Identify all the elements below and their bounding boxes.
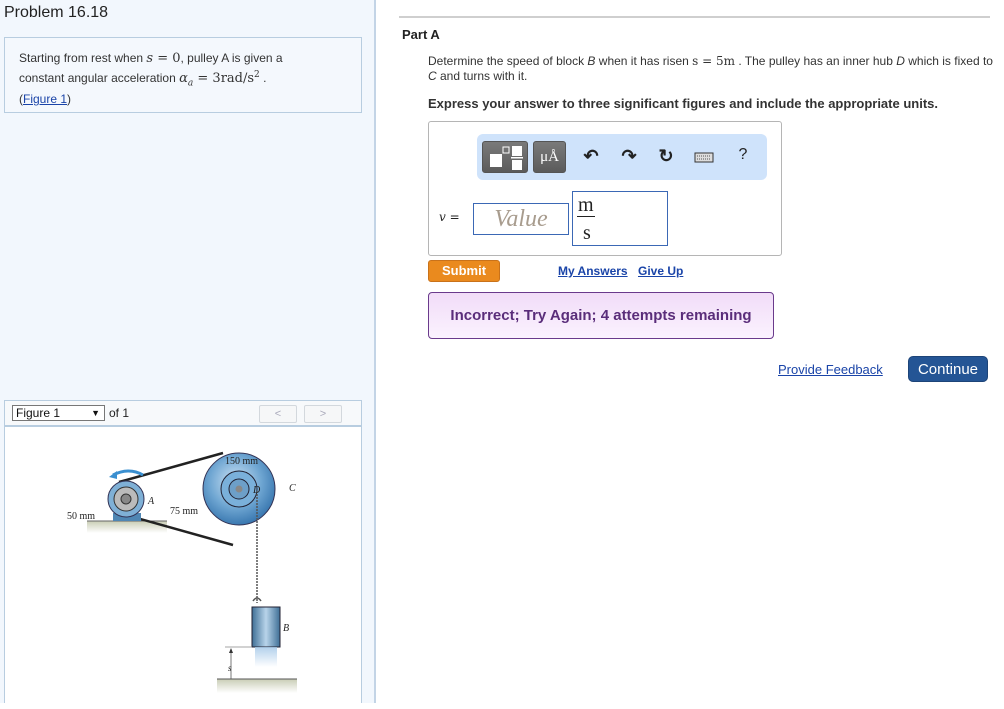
math-value: = 3rad/s xyxy=(193,71,255,86)
submit-button[interactable]: Submit xyxy=(428,260,500,282)
figure-viewer-header: Figure 1 ▼ of 1 < > xyxy=(4,400,362,426)
provide-feedback-link[interactable]: Provide Feedback xyxy=(778,362,883,377)
keyboard-icon[interactable] xyxy=(692,148,716,169)
unit-denominator: s xyxy=(583,222,591,244)
q-text: when it has risen xyxy=(595,54,693,68)
unit-numerator: m xyxy=(577,194,595,217)
label-d: D xyxy=(252,485,261,496)
statement-text: . xyxy=(259,71,267,85)
dropdown-caret-icon: ▼ xyxy=(91,408,100,418)
block-ground xyxy=(217,679,297,693)
q-text: Determine the speed of block xyxy=(428,54,588,68)
units-button[interactable]: μÅ xyxy=(533,141,566,173)
templates-icon xyxy=(490,146,523,170)
label-150mm: 150 mm xyxy=(225,456,258,467)
problem-title: Problem 16.18 xyxy=(4,4,109,21)
units-input[interactable]: m s xyxy=(572,191,668,246)
q-text: and turns with it. xyxy=(436,69,528,83)
hub-d-axle xyxy=(235,485,243,493)
block-b xyxy=(251,606,281,648)
s-arrowhead xyxy=(229,648,233,653)
pulley-diagram: 150 mm 75 mm 50 mm A D C B s xyxy=(67,451,297,693)
reset-icon[interactable]: ↻ xyxy=(654,146,678,167)
feedback-message: Incorrect; Try Again; 4 attempts remaini… xyxy=(428,292,774,339)
figure-count: of 1 xyxy=(109,406,130,420)
divider xyxy=(399,16,990,18)
rotation-arrow-icon xyxy=(112,469,144,477)
statement-text: Starting from rest when xyxy=(19,51,147,65)
q-var: C xyxy=(428,69,437,83)
continue-button[interactable]: Continue xyxy=(908,356,988,382)
part-title: Part A xyxy=(402,27,440,42)
redo-icon[interactable]: ↷ xyxy=(617,146,641,167)
undo-icon[interactable]: ↶ xyxy=(579,146,603,167)
q-text: . The pulley has an inner hub xyxy=(735,54,897,68)
q-text: which is fixed to xyxy=(904,54,993,68)
label-75mm: 75 mm xyxy=(170,506,198,517)
pulley-a-center xyxy=(120,493,132,505)
paren: ) xyxy=(67,92,72,107)
prev-figure-button[interactable]: < xyxy=(259,405,297,423)
help-icon[interactable]: ? xyxy=(731,146,755,164)
math-alpha: α xyxy=(179,71,188,86)
math-eq: = 0 xyxy=(153,51,181,66)
q-math: s = 5m xyxy=(692,54,736,68)
label-b: B xyxy=(283,623,289,634)
label-c: C xyxy=(289,483,296,494)
figure-select-value: Figure 1 xyxy=(16,406,61,420)
q-var: D xyxy=(896,54,905,68)
figure-select[interactable]: Figure 1 ▼ xyxy=(12,405,105,421)
problem-statement: Starting from rest when s = 0, pulley A … xyxy=(4,37,362,113)
motion-trail xyxy=(255,647,277,667)
math-toolbar: μÅ ↶ ↷ ↻ ? xyxy=(477,134,767,180)
statement-text: , pulley A is given a xyxy=(180,51,283,65)
answer-panel: Part A Determine the speed of block B wh… xyxy=(376,0,1004,703)
statement-text: constant angular acceleration xyxy=(19,71,180,85)
instruction: Express your answer to three significant… xyxy=(428,96,938,111)
problem-panel: Problem 16.18 Starting from rest when s … xyxy=(0,0,376,703)
my-answers-link[interactable]: My Answers xyxy=(558,264,628,278)
question-text: Determine the speed of block B when it h… xyxy=(428,54,994,84)
next-figure-button[interactable]: > xyxy=(304,405,342,423)
label-50mm: 50 mm xyxy=(67,511,95,522)
variable-label: v = xyxy=(439,210,460,224)
templates-button[interactable] xyxy=(482,141,528,173)
figure-image: 150 mm 75 mm 50 mm A D C B s xyxy=(4,426,362,703)
label-a: A xyxy=(147,496,155,507)
arrowhead xyxy=(109,471,117,479)
give-up-link[interactable]: Give Up xyxy=(638,264,683,278)
answer-box: μÅ ↶ ↷ ↻ ? v = Value m s xyxy=(428,121,782,256)
label-s: s xyxy=(228,663,232,673)
value-input[interactable]: Value xyxy=(473,203,569,235)
figure-link[interactable]: Figure 1 xyxy=(23,92,67,106)
